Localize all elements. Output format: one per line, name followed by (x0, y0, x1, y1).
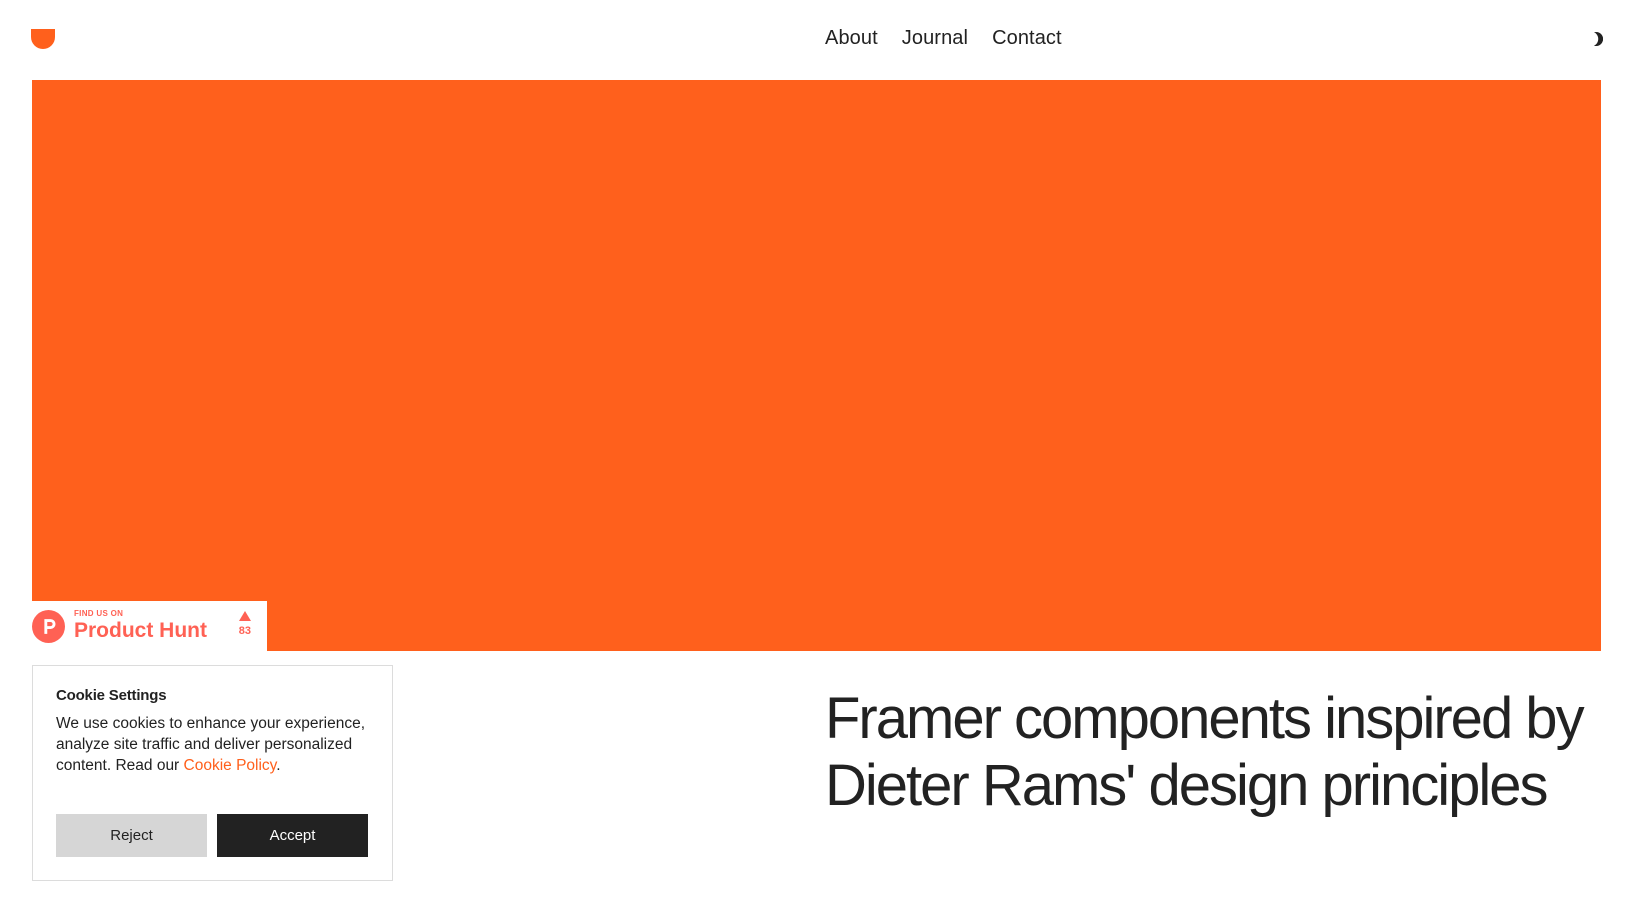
cookie-body-end: . (276, 757, 281, 774)
cookie-buttons: Reject Accept (56, 814, 368, 857)
main-nav: About Journal Contact (825, 27, 1062, 50)
accept-button[interactable]: Accept (217, 814, 368, 857)
nav-journal[interactable]: Journal (902, 27, 968, 50)
cookie-settings-panel: Cookie Settings We use cookies to enhanc… (32, 665, 393, 881)
page: About Journal Contact FIND US ON Product… (0, 0, 1632, 912)
product-hunt-badge[interactable]: FIND US ON Product Hunt 83 (32, 601, 267, 651)
cookie-description: We use cookies to enhance your experienc… (56, 713, 366, 776)
upvote-arrow-icon (238, 611, 251, 621)
product-hunt-logo-icon (32, 609, 65, 643)
site-logo[interactable] (31, 29, 55, 49)
cookie-policy-link[interactable]: Cookie Policy (184, 757, 277, 774)
page-headline: Framer components inspired by Dieter Ram… (825, 686, 1585, 818)
nav-about[interactable]: About (825, 27, 878, 50)
product-hunt-name: Product Hunt (74, 619, 207, 642)
half-moon-icon (1594, 32, 1604, 46)
cookie-title: Cookie Settings (56, 687, 167, 704)
hero-image (32, 80, 1601, 651)
product-hunt-vote-count: 83 (238, 625, 251, 637)
product-hunt-find-label: FIND US ON (74, 609, 124, 618)
product-hunt-text: FIND US ON Product Hunt (74, 609, 207, 643)
reject-button[interactable]: Reject (56, 814, 207, 857)
product-hunt-votes: 83 (239, 611, 251, 637)
nav-contact[interactable]: Contact (992, 27, 1062, 50)
theme-toggle-button[interactable] (1588, 31, 1604, 47)
